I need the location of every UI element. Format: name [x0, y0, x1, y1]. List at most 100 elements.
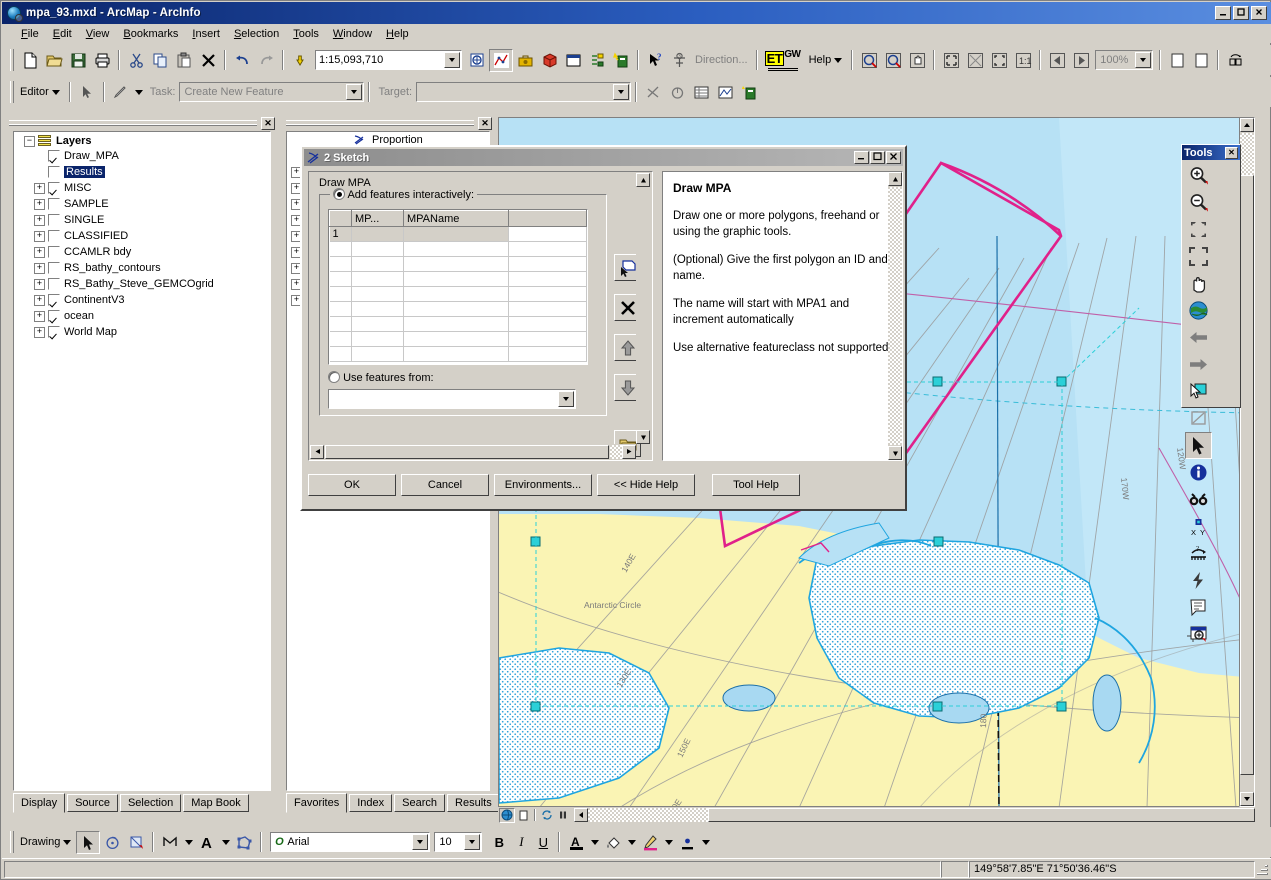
mpa-grid-cell-name[interactable] [403, 226, 509, 242]
resize-grip[interactable] [1255, 862, 1269, 876]
parameters-hscroll-track[interactable] [610, 444, 622, 459]
cancel-button[interactable]: Cancel [401, 474, 489, 496]
menu-bookmarks[interactable]: Bookmarks [116, 26, 185, 42]
find-icon[interactable] [1185, 486, 1212, 513]
tool-help-button[interactable]: Tool Help [712, 474, 800, 496]
mpa-grid-cell-id[interactable] [351, 286, 404, 302]
page-zoom-dropdown-arrow[interactable] [1135, 52, 1152, 68]
mpa-grid-cell-name[interactable] [403, 316, 509, 332]
mpa-grid-row[interactable] [329, 346, 587, 362]
help-scroll-track[interactable] [888, 187, 902, 445]
save-document-icon[interactable] [66, 49, 90, 72]
menu-window[interactable]: Window [326, 26, 379, 42]
go-back-extent-icon[interactable] [1185, 324, 1212, 351]
line-color-icon[interactable] [638, 831, 662, 854]
parameters-hscroll-thumb[interactable] [325, 444, 609, 459]
parameters-horizontal-scrollbar[interactable] [310, 444, 636, 459]
rotate-graphic-icon[interactable] [100, 831, 124, 854]
menu-edit[interactable]: Edit [46, 26, 79, 42]
toc-drag-grip[interactable]: ✕ [5, 117, 277, 130]
zoom-out-icon[interactable] [1185, 189, 1212, 216]
mpa-grid-cell-rownum[interactable] [329, 271, 352, 287]
mpa-grid-row[interactable] [329, 286, 587, 302]
mpa-grid-cell-name[interactable] [403, 301, 509, 317]
undo-icon[interactable] [230, 49, 254, 72]
toc-layer-row[interactable]: + ContinentV3 [14, 292, 270, 308]
window-close-button[interactable] [1251, 6, 1267, 20]
mpa-grid-cell-blank[interactable] [508, 331, 587, 347]
mpa-grid-row[interactable] [329, 256, 587, 272]
toc-layer-row[interactable]: Draw_MPA [14, 148, 270, 164]
help-scroll-up-button[interactable] [888, 172, 902, 186]
zoom-whole-page-icon[interactable] [939, 49, 963, 72]
data-driven-pages-icon[interactable] [1223, 49, 1247, 72]
attributes-table-icon[interactable] [689, 81, 713, 104]
toc-tab-selection[interactable]: Selection [119, 794, 182, 812]
mpa-grid-cell-blank[interactable] [508, 301, 587, 317]
sketch-properties-icon[interactable] [713, 81, 737, 104]
mpa-grid-col-rownum[interactable] [329, 210, 352, 227]
zoom-one-to-one-icon[interactable]: 1:1 [1011, 49, 1035, 72]
menu-view[interactable]: View [79, 26, 117, 42]
mpa-grid-row[interactable] [329, 271, 587, 287]
parameters-scroll-up-button[interactable] [636, 173, 650, 187]
html-popup-icon[interactable] [1185, 594, 1212, 621]
editor-chevron-down-icon[interactable] [51, 89, 60, 95]
model-builder-icon[interactable] [537, 49, 561, 72]
hide-help-button[interactable]: << Hide Help [597, 474, 695, 496]
map-scroll-down-button[interactable] [1240, 792, 1254, 806]
fill-color-dropdown-icon[interactable] [625, 831, 638, 854]
map-scale-dropdown-arrow[interactable] [444, 52, 460, 68]
edit-vertices-icon[interactable] [232, 831, 256, 854]
toc-layer-expander[interactable]: + [34, 230, 45, 242]
toc-layer-expander[interactable]: + [34, 326, 45, 338]
font-color-icon[interactable]: A [564, 831, 588, 854]
sketch-dialog-titlebar[interactable]: 2 Sketch [304, 149, 903, 166]
mpa-grid-cell-rownum[interactable] [329, 346, 352, 362]
toc-layer-expander[interactable]: + [34, 262, 45, 274]
mpa-grid-cell-rownum[interactable] [329, 316, 352, 332]
task-combo[interactable]: Create New Feature [179, 82, 365, 102]
mpa-grid-cell-blank[interactable] [508, 271, 587, 287]
sketch-dialog-maximize-button[interactable] [870, 151, 885, 164]
toc-layer-visibility-checkbox[interactable] [48, 294, 60, 306]
delete-icon[interactable] [196, 49, 220, 72]
font-size-combo[interactable]: 10 [434, 832, 483, 852]
marker-color-icon[interactable] [675, 831, 699, 854]
toc-tab-display[interactable]: Display [13, 793, 66, 813]
map-hscroll-track-left[interactable] [588, 808, 708, 822]
parameters-scroll-right-button[interactable] [622, 444, 636, 459]
menu-selection[interactable]: Selection [227, 26, 286, 42]
page-zoom-combo[interactable]: 100% [1095, 50, 1154, 70]
new-text-icon[interactable]: A [195, 831, 219, 854]
editor-sketch-icon[interactable] [489, 48, 513, 72]
fixed-zoom-page-icon[interactable] [987, 49, 1011, 72]
toc-layer-expander[interactable]: + [34, 246, 45, 258]
toc-layer-visibility-checkbox[interactable] [48, 278, 60, 290]
map-scroll-up-button[interactable] [1240, 118, 1254, 132]
use-features-combo[interactable] [328, 389, 576, 409]
toc-layer-list[interactable]: − Layers Draw_MPA Results + MISC + SAMPLE + SIN… [13, 131, 271, 791]
parameters-scroll-left-button[interactable] [310, 444, 324, 459]
search-window-icon[interactable] [609, 49, 633, 72]
drawing-toolbar-grip[interactable] [10, 831, 14, 853]
ok-button[interactable]: OK [308, 474, 396, 496]
add-features-radio-row[interactable]: Add features interactively: [330, 188, 478, 201]
drawing-chevron-down-icon[interactable] [63, 839, 72, 845]
map-hscroll-thumb[interactable] [708, 808, 1255, 822]
mpa-grid-table[interactable]: MP... MPAName 1 [329, 210, 587, 362]
environments-button[interactable]: Environments... [494, 474, 592, 496]
etgw-icon[interactable]: ET GW [762, 49, 804, 72]
atb-tab-search[interactable]: Search [394, 794, 446, 812]
go-forward-page-icon[interactable] [1069, 49, 1093, 72]
mpa-grid-cell-id[interactable] [351, 226, 404, 242]
toc-layer-row[interactable]: + CCAMLR bdy [14, 244, 270, 260]
toc-layer-expander[interactable]: + [34, 214, 45, 226]
mpa-grid-cell-blank[interactable] [508, 226, 587, 242]
paste-icon[interactable] [172, 49, 196, 72]
use-features-radio-row[interactable]: Use features from: [328, 371, 434, 384]
copy-icon[interactable] [148, 49, 172, 72]
print-icon[interactable] [90, 49, 114, 72]
editor-menu-button[interactable]: Editor [18, 81, 65, 103]
mpa-feature-grid[interactable]: MP... MPAName 1 [328, 209, 588, 365]
